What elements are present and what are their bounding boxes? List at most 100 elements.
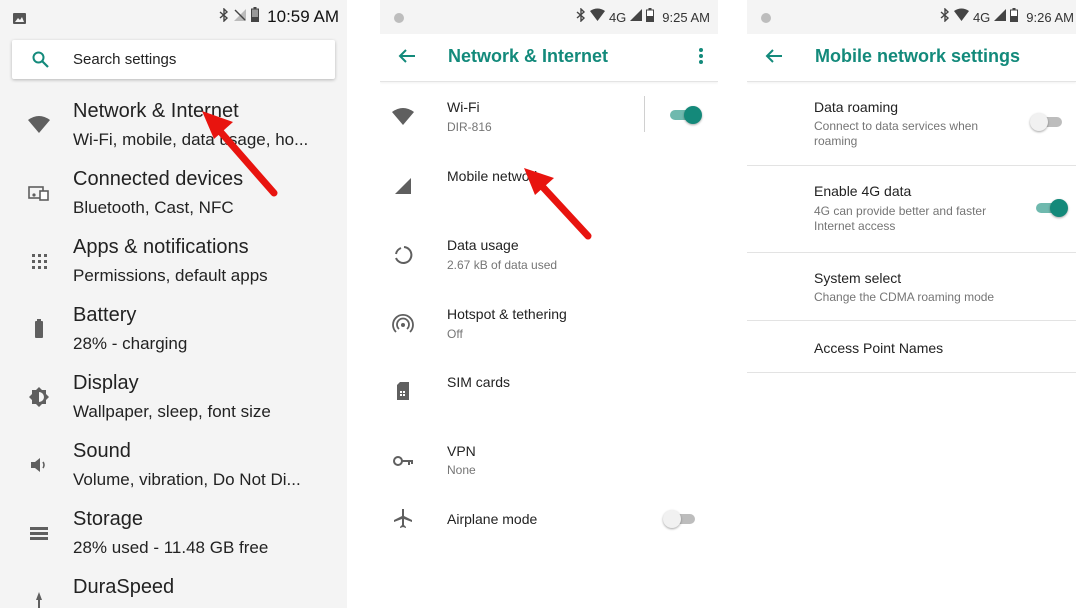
network-item-hotspot[interactable]: Hotspot & tethering Off — [380, 295, 718, 345]
signal-icon — [392, 174, 414, 196]
settings-item-sound[interactable]: Sound Volume, vibration, Do Not Di... — [0, 430, 347, 498]
hotspot-icon — [392, 313, 414, 335]
setting-access-point-names[interactable]: Access Point Names — [747, 321, 1076, 373]
airplane-icon — [392, 508, 414, 530]
wifi-icon — [392, 106, 414, 128]
network-type-label: 4G — [972, 9, 991, 25]
search-settings-label: Search settings — [73, 51, 177, 68]
item-subtitle: 2.67 kB of data used — [447, 258, 558, 272]
volume-icon — [28, 454, 50, 476]
item-title: Access Point Names — [814, 340, 944, 356]
settings-item-battery[interactable]: Battery 28% - charging — [0, 294, 347, 362]
enable-4g-toggle[interactable] — [1034, 198, 1068, 218]
item-title: Sound — [73, 440, 131, 462]
item-title: System select — [814, 270, 902, 286]
no-signal-icon — [233, 8, 247, 27]
notification-dot-icon — [393, 11, 405, 29]
status-bar: 10:59 AM — [0, 0, 347, 34]
bluetooth-icon — [219, 6, 229, 27]
item-subtitle: 28% used - 11.48 GB free — [73, 538, 269, 557]
settings-item-storage[interactable]: Storage 28% used - 11.48 GB free — [0, 498, 347, 566]
more-options-icon[interactable] — [698, 47, 704, 70]
app-bar: Network & Internet — [380, 34, 718, 82]
apps-icon — [28, 250, 50, 272]
page-title: Network & Internet — [448, 46, 609, 66]
network-internet-screen: 4G 9:25 AM Network & Internet Wi-Fi DIR-… — [380, 0, 718, 608]
battery-charging-icon — [1010, 7, 1019, 27]
wifi-signal-icon — [953, 8, 969, 26]
battery-charging-icon — [251, 7, 260, 27]
item-title: Hotspot & tethering — [447, 306, 567, 322]
setting-system-select[interactable]: System select Change the CDMA roaming mo… — [747, 253, 1076, 321]
item-subtitle: DIR-816 — [447, 120, 492, 134]
status-bar: 4G 9:26 AM — [747, 0, 1076, 34]
bluetooth-icon — [940, 6, 950, 27]
network-item-sim-cards[interactable]: SIM cards — [380, 364, 718, 414]
item-subtitle: 4G can provide better and faster Interne… — [814, 204, 987, 233]
item-title: Airplane mode — [447, 511, 538, 527]
settings-item-display[interactable]: Display Wallpaper, sleep, font size — [0, 362, 347, 430]
settings-item-network-internet[interactable]: Network & Internet Wi-Fi, mobile, data u… — [0, 90, 347, 158]
settings-item-duraspeed[interactable]: DuraSpeed — [0, 566, 347, 608]
item-subtitle: 28% - charging — [73, 334, 188, 353]
status-time: 9:26 AM — [1026, 9, 1074, 25]
setting-enable-4g-data[interactable]: Enable 4G data 4G can provide better and… — [747, 166, 1076, 253]
search-settings-bar[interactable]: Search settings — [12, 40, 335, 79]
cell-signal-icon — [994, 8, 1007, 26]
settings-item-connected-devices[interactable]: Connected devices Bluetooth, Cast, NFC — [0, 158, 347, 226]
data-usage-icon — [392, 244, 414, 266]
sim-card-icon — [392, 380, 414, 402]
speed-icon — [28, 590, 50, 608]
notification-dot-icon — [760, 11, 772, 29]
item-title: Data usage — [447, 237, 519, 253]
item-subtitle: Off — [447, 327, 463, 341]
item-title: Enable 4G data — [814, 183, 912, 199]
item-subtitle: Wallpaper, sleep, font size — [73, 402, 271, 421]
item-title: Wi-Fi — [447, 99, 480, 115]
network-type-label: 4G — [608, 9, 627, 25]
status-time: 10:59 AM — [267, 7, 339, 26]
item-title: Apps & notifications — [73, 236, 249, 258]
setting-data-roaming[interactable]: Data roaming Connect to data services wh… — [747, 88, 1076, 166]
red-arrow-annotation — [524, 168, 592, 240]
item-title: DuraSpeed — [73, 576, 175, 598]
devices-icon — [28, 182, 50, 204]
notification-image-icon — [13, 11, 26, 29]
battery-charging-icon — [646, 7, 655, 27]
settings-list: Network & Internet Wi-Fi, mobile, data u… — [0, 90, 347, 608]
airplane-mode-toggle[interactable] — [663, 509, 697, 529]
mobile-network-settings-screen: 4G 9:26 AM Mobile network settings Data … — [747, 0, 1076, 608]
storage-icon — [28, 522, 50, 544]
status-time: 9:25 AM — [662, 9, 710, 25]
status-bar: 4G 9:25 AM — [380, 0, 718, 34]
settings-home-screen: 10:59 AM Search settings Network & Inter… — [0, 0, 347, 608]
battery-icon — [28, 318, 50, 340]
wifi-toggle[interactable] — [668, 105, 702, 125]
item-subtitle: Permissions, default apps — [73, 266, 268, 285]
cell-signal-icon — [630, 8, 643, 26]
item-title: Display — [73, 372, 139, 394]
display-icon — [28, 386, 50, 408]
item-title: Data roaming — [814, 99, 899, 115]
settings-item-apps-notifications[interactable]: Apps & notifications Permissions, defaul… — [0, 226, 347, 294]
item-title: VPN — [447, 443, 476, 459]
vpn-key-icon — [392, 450, 414, 472]
bluetooth-icon — [576, 6, 586, 27]
page-title: Mobile network settings — [815, 46, 1021, 66]
item-subtitle: Connect to data services when roaming — [814, 119, 979, 148]
back-arrow-icon[interactable] — [398, 47, 416, 70]
back-arrow-icon[interactable] — [765, 47, 783, 70]
wifi-signal-icon — [589, 8, 605, 26]
item-subtitle: Change the CDMA roaming mode — [814, 290, 995, 304]
item-title: SIM cards — [447, 374, 511, 390]
vertical-divider — [644, 96, 645, 132]
wifi-icon — [28, 114, 50, 136]
search-icon — [32, 51, 49, 73]
item-subtitle: None — [447, 463, 476, 477]
network-item-vpn[interactable]: VPN None — [380, 432, 718, 482]
item-title: Storage — [73, 508, 144, 530]
app-bar: Mobile network settings — [747, 34, 1076, 82]
item-subtitle: Volume, vibration, Do Not Di... — [73, 470, 301, 489]
data-roaming-toggle[interactable] — [1030, 112, 1064, 132]
item-title: Battery — [73, 304, 137, 326]
